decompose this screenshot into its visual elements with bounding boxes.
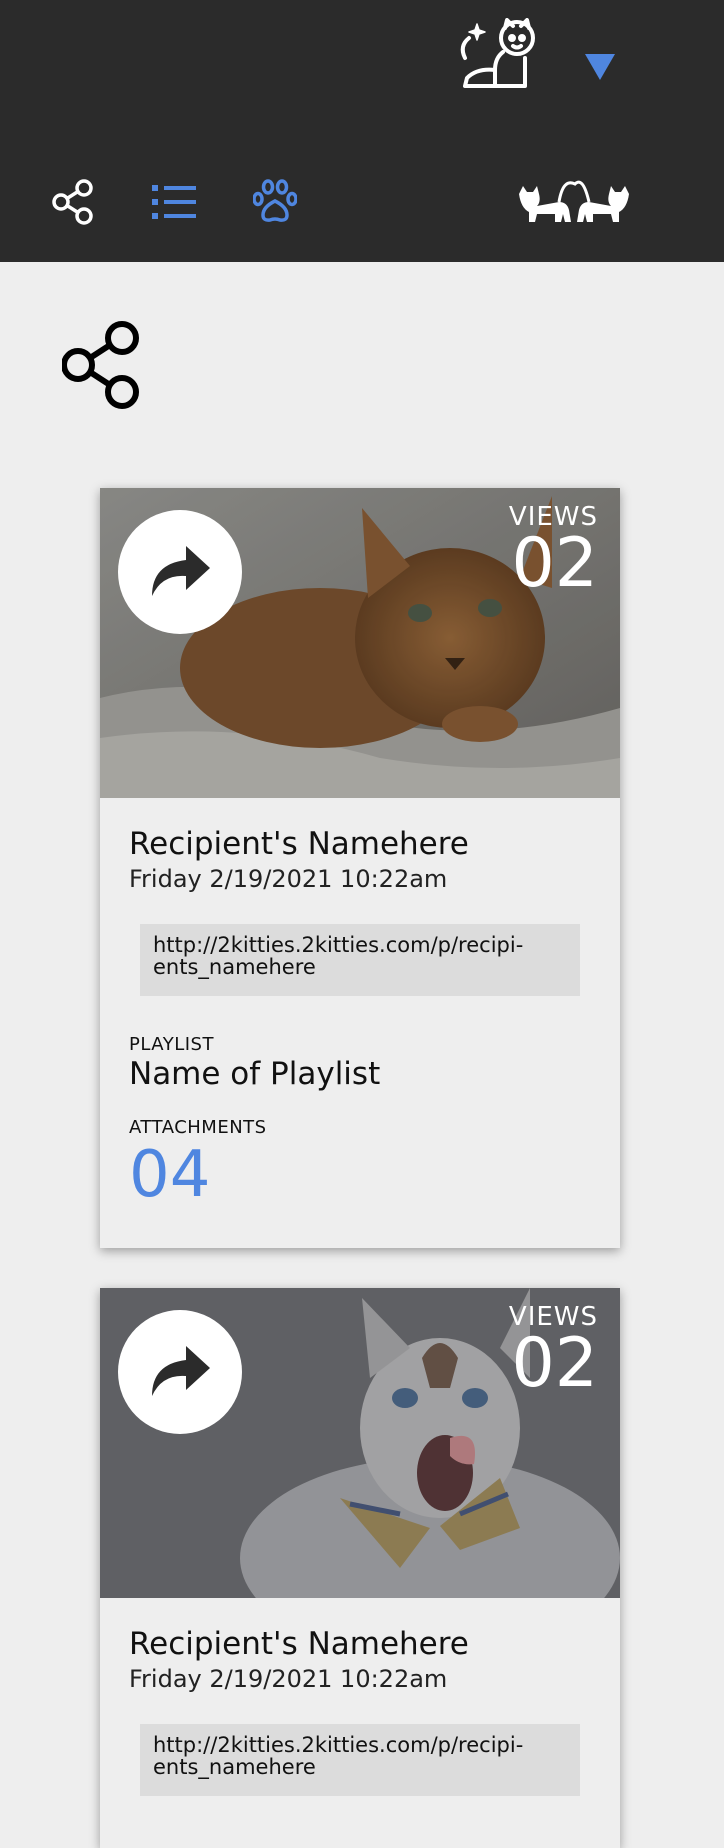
share-url[interactable]: http://2kitties.2kitties.com/p/recipi- e… — [140, 924, 580, 996]
views-counter: VIEWS 02 — [509, 502, 598, 603]
share-card[interactable]: VIEWS 02 Recipient's Namehere Friday 2/1… — [100, 1288, 620, 1848]
cat-photo: VIEWS 02 — [100, 1288, 620, 1598]
recipient-name: Recipient's Namehere — [129, 826, 469, 862]
playlist-name: Name of Playlist — [129, 1056, 381, 1092]
share-icon[interactable] — [52, 179, 94, 225]
share-url-line: http://2kitties.2kitties.com/p/recipi- — [153, 933, 524, 957]
forward-arrow-icon — [152, 1346, 210, 1396]
share-url[interactable]: http://2kitties.2kitties.com/p/recipi- e… — [140, 1724, 580, 1796]
cat-photo: VIEWS 02 — [100, 488, 620, 798]
card-body: Recipient's Namehere Friday 2/19/2021 10… — [100, 798, 620, 1212]
card-body: Recipient's Namehere Friday 2/19/2021 10… — [100, 1598, 620, 1796]
share-url-line: http://2kitties.2kitties.com/p/recipi- — [153, 1733, 524, 1757]
two-cats-logo[interactable] — [515, 172, 633, 224]
forward-arrow-icon — [152, 546, 210, 596]
top-navigation-bar — [0, 0, 724, 262]
attachments-label: ATTACHMENTS — [129, 1117, 267, 1138]
paw-icon[interactable] — [252, 179, 298, 223]
cat-astronaut-icon[interactable] — [455, 18, 541, 90]
forward-share-button[interactable] — [118, 1310, 242, 1434]
share-icon — [61, 320, 140, 410]
share-url-line: ents_namehere — [153, 1755, 316, 1779]
views-counter: VIEWS 02 — [509, 1302, 598, 1403]
triangle-down-icon[interactable] — [583, 50, 617, 82]
views-count: 02 — [511, 1324, 598, 1403]
recipient-name: Recipient's Namehere — [129, 1626, 469, 1662]
playlist-label: PLAYLIST — [129, 1034, 214, 1055]
share-date: Friday 2/19/2021 10:22am — [129, 865, 448, 893]
share-url-line: ents_namehere — [153, 955, 316, 979]
list-icon[interactable] — [152, 183, 196, 221]
views-count: 02 — [511, 524, 598, 603]
share-card[interactable]: VIEWS 02 Recipient's Namehere Friday 2/1… — [100, 488, 620, 1248]
forward-share-button[interactable] — [118, 510, 242, 634]
share-date: Friday 2/19/2021 10:22am — [129, 1665, 448, 1693]
attachments-count: 04 — [129, 1138, 211, 1212]
